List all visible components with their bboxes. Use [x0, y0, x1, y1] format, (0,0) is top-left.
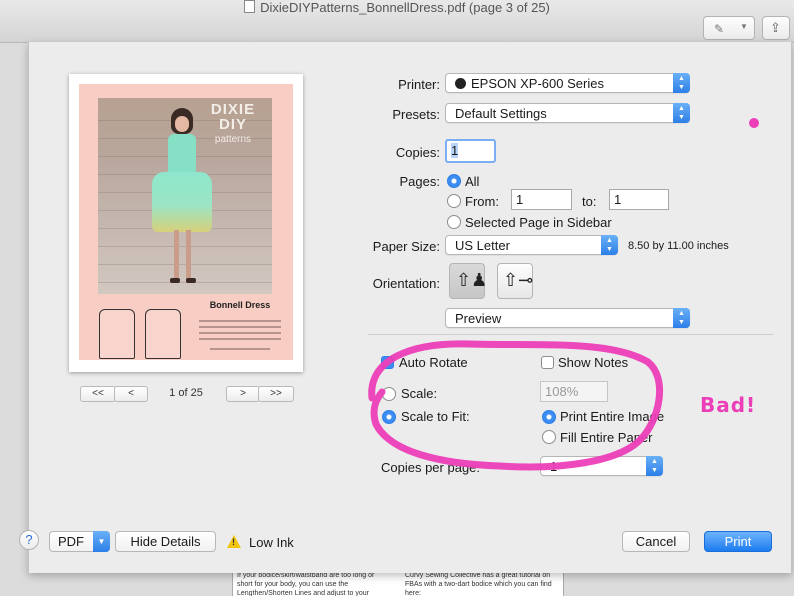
section-value: Preview — [455, 311, 502, 326]
pages-from-radio[interactable] — [447, 194, 461, 208]
next-page-button[interactable]: > — [226, 386, 260, 402]
last-page-button[interactable]: >> — [258, 386, 294, 402]
hide-details-button[interactable]: Hide Details — [115, 531, 216, 552]
fill-entire-paper-label: Fill Entire Paper — [560, 430, 653, 445]
paper-size-popup[interactable]: US Letter ▲ ▼ — [445, 235, 618, 255]
paper-size-value: US Letter — [455, 238, 510, 253]
dress-photo: DIXIE DIY patterns — [98, 98, 272, 294]
pdf-label: PDF — [58, 534, 84, 549]
scale-to-fit-radio[interactable] — [382, 410, 396, 424]
chevron-down-icon: ▼ — [740, 22, 748, 31]
printer-icon — [455, 78, 466, 89]
annotation-dot — [749, 118, 759, 128]
pages-selected-radio[interactable] — [447, 215, 461, 229]
pages-from-field[interactable]: 1 — [511, 189, 572, 210]
markup-button[interactable]: ✎ ▼ — [703, 16, 755, 40]
orientation-portrait-button[interactable]: ⇧♟ — [449, 263, 488, 299]
print-entire-image-radio[interactable] — [542, 410, 556, 424]
presets-label: Presets: — [392, 107, 440, 122]
pages-to-label: to: — [582, 194, 597, 209]
copies-per-page-label: Copies per page: — [381, 460, 481, 475]
pdf-menu-button[interactable]: PDF ▼ — [49, 531, 110, 552]
popup-arrows-icon: ▲ ▼ — [646, 456, 663, 476]
landscape-orientation-icon: ⇧⊸ — [503, 270, 534, 290]
copies-per-page-popup[interactable]: 1 ▲ ▼ — [540, 456, 663, 476]
fill-entire-paper-radio[interactable] — [542, 430, 556, 444]
share-icon: ⇪ — [770, 20, 781, 35]
presets-value: Default Settings — [455, 106, 547, 121]
pattern-sketch-back — [145, 309, 181, 359]
document-background: If your bodice/skirt/waistband are too l… — [232, 569, 564, 596]
copies-label: Copies: — [395, 145, 440, 160]
pages-from-label: From: — [465, 194, 499, 209]
document-text-left: If your bodice/skirt/waistband are too l… — [237, 572, 375, 596]
auto-rotate-label: Auto Rotate — [399, 355, 468, 370]
portrait-orientation-icon: ⇧♟ — [456, 270, 488, 290]
window-title-area: DixieDIYPatterns_BonnellDress.pdf (page … — [0, 0, 794, 15]
orientation-landscape-button[interactable]: ⇧⊸ — [497, 263, 533, 299]
printer-popup[interactable]: EPSON XP-600 Series ▲ ▼ — [445, 73, 690, 93]
section-divider — [368, 334, 774, 335]
annotation-text: Bad! — [700, 393, 757, 417]
pages-label: Pages: — [399, 174, 440, 189]
pages-all-label: All — [465, 174, 480, 189]
pdf-document-icon — [244, 0, 256, 13]
printer-label: Printer: — [398, 77, 440, 92]
show-notes-checkbox[interactable] — [541, 356, 554, 369]
presets-popup[interactable]: Default Settings ▲ ▼ — [445, 103, 690, 123]
page-indicator: 1 of 25 — [169, 387, 203, 399]
pages-all-radio[interactable] — [447, 174, 461, 188]
help-button[interactable]: ? — [19, 530, 39, 550]
first-page-button[interactable]: << — [80, 386, 116, 402]
warning-triangle-icon: ! — [227, 535, 241, 548]
markup-pen-icon: ✎ — [714, 22, 725, 36]
printer-value: EPSON XP-600 Series — [471, 76, 604, 91]
popup-arrows-icon: ▲ ▼ — [601, 235, 618, 255]
paper-size-label: Paper Size: — [372, 239, 440, 254]
pattern-sketch-front — [99, 309, 135, 359]
pattern-title: Bonnell Dress — [209, 300, 271, 310]
pages-to-field[interactable]: 1 — [609, 189, 669, 210]
window-titlebar: DixieDIYPatterns_BonnellDress.pdf (page … — [0, 0, 794, 43]
previous-page-button[interactable]: < — [114, 386, 148, 402]
copies-per-page-value: 1 — [550, 459, 558, 474]
orientation-label: Orientation: — [372, 276, 440, 291]
page-preview: DIXIE DIY patterns Bonnell Dress — [69, 74, 303, 372]
scale-radio[interactable] — [382, 387, 396, 401]
show-notes-label: Show Notes — [558, 355, 629, 370]
pattern-logo: DIXIE DIY patterns — [210, 101, 256, 145]
auto-rotate-checkbox[interactable]: ✓ — [381, 356, 394, 369]
document-text-right: Curvy Sewing Collective has a great tuto… — [405, 572, 552, 596]
section-popup[interactable]: Preview ▲ ▼ — [445, 308, 690, 328]
paper-size-dimensions: 8.50 by 11.00 inches — [628, 240, 729, 252]
print-entire-image-label: Print Entire Image — [560, 409, 665, 424]
pages-selected-label: Selected Page in Sidebar — [465, 215, 612, 230]
scale-label: Scale: — [401, 386, 438, 401]
popup-arrows-icon: ▲ ▼ — [673, 103, 690, 123]
cancel-button[interactable]: Cancel — [622, 531, 690, 552]
chevron-down-icon: ▼ — [93, 531, 110, 552]
share-button[interactable]: ⇪ — [762, 16, 790, 40]
print-button[interactable]: Print — [704, 531, 772, 552]
low-ink-label: Low Ink — [249, 535, 294, 550]
copies-field[interactable]: 1 — [445, 139, 496, 163]
page-preview-content: DIXIE DIY patterns Bonnell Dress — [79, 84, 293, 360]
scale-to-fit-label: Scale to Fit: — [401, 409, 470, 424]
popup-arrows-icon: ▲ ▼ — [673, 308, 690, 328]
popup-arrows-icon: ▲ ▼ — [673, 73, 690, 93]
scale-field[interactable]: 108% — [540, 381, 608, 402]
window-title: DixieDIYPatterns_BonnellDress.pdf (page … — [260, 0, 550, 15]
